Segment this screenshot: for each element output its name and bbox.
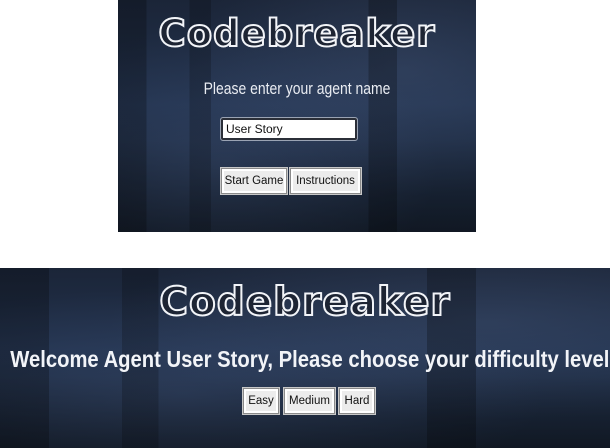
welcome-message: Welcome Agent User Story, Please choose … [10, 346, 610, 372]
easy-button[interactable]: Easy [243, 388, 279, 414]
difficulty-screen: Codebreaker Welcome Agent User Story, Pl… [0, 268, 610, 448]
name-entry-screen: Codebreaker Please enter your agent name… [118, 0, 476, 232]
instructions-button[interactable]: Instructions [290, 168, 361, 194]
medium-button[interactable]: Medium [284, 388, 335, 414]
agent-name-prompt: Please enter your agent name [203, 79, 391, 98]
agent-name-input[interactable]: User Story [220, 117, 358, 141]
game-logo: Codebreaker [158, 279, 451, 326]
start-game-button[interactable]: Start Game [221, 168, 287, 194]
game-logo: Codebreaker [158, 11, 436, 56]
hard-button[interactable]: Hard [339, 388, 375, 414]
